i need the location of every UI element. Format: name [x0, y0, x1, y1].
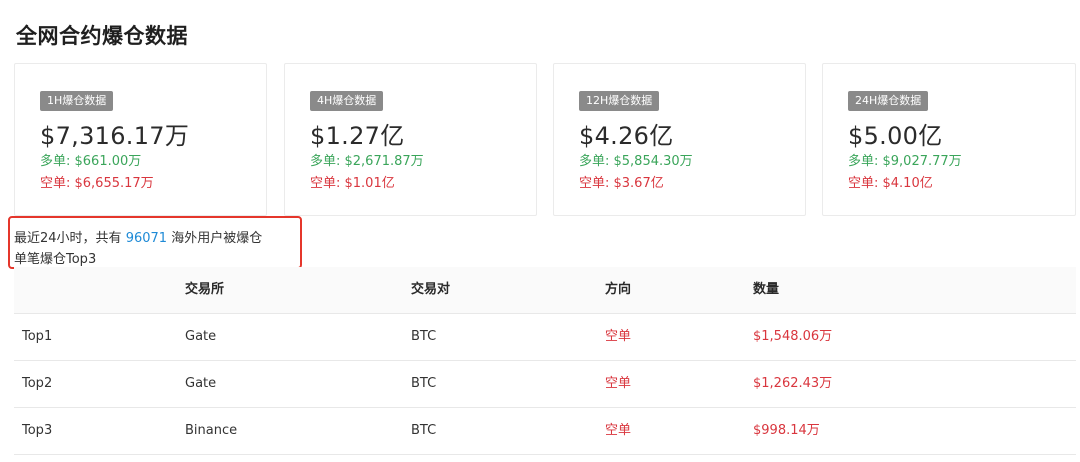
row-direction: 空单: [605, 376, 632, 391]
card-long-value: 多单: $5,854.30万: [579, 154, 693, 169]
top3-section-title: 单笔爆仓Top3: [14, 252, 97, 267]
header-direction: 方向: [605, 282, 632, 297]
card-long-value: 多单: $9,027.77万: [848, 154, 962, 169]
header-exchange: 交易所: [185, 282, 225, 297]
card-short-value: 空单: $3.67亿: [579, 176, 664, 191]
card-badge: 12H爆仓数据: [579, 91, 660, 111]
row-pair: BTC: [411, 423, 437, 438]
summary-suffix: 海外用户被爆仓: [171, 231, 263, 246]
header-amount: 数量: [753, 282, 780, 297]
row-amount: $1,262.43万: [753, 376, 833, 391]
row-exchange: Gate: [185, 329, 217, 344]
row-amount: $1,548.06万: [753, 329, 833, 344]
card-badge: 4H爆仓数据: [310, 91, 384, 111]
card-4h[interactable]: 4H爆仓数据 $1.27亿 多单: $2,671.87万 空单: $1.01亿: [284, 63, 537, 216]
card-1h[interactable]: 1H爆仓数据 $7,316.17万 多单: $661.00万 空单: $6,65…: [14, 63, 267, 216]
card-total: $5.00亿: [848, 122, 943, 150]
row-rank: Top1: [22, 329, 53, 344]
liquidation-page: 全网合约爆仓数据 1H爆仓数据 $7,316.17万 多单: $661.00万 …: [0, 0, 1080, 462]
card-badge: 24H爆仓数据: [848, 91, 929, 111]
card-total: $4.26亿: [579, 122, 674, 150]
top3-liquidation-table: 交易所 交易对 方向 数量 Top1 Gate BTC 空单 $1,548.06…: [14, 267, 1076, 455]
table-header: 交易所 交易对 方向 数量: [14, 267, 1076, 314]
row-direction: 空单: [605, 329, 632, 344]
card-badge: 1H爆仓数据: [40, 91, 114, 111]
row-rank: Top3: [22, 423, 53, 438]
row-pair: BTC: [411, 376, 437, 391]
liquidated-user-count: 96071: [125, 231, 168, 246]
row-amount: $998.14万: [753, 423, 820, 438]
page-title: 全网合约爆仓数据: [16, 24, 188, 48]
liquidated-users-summary: 最近24小时，共有 96071 海外用户被爆仓: [14, 227, 262, 246]
card-short-value: 空单: $4.10亿: [848, 176, 933, 191]
card-24h[interactable]: 24H爆仓数据 $5.00亿 多单: $9,027.77万 空单: $4.10亿: [822, 63, 1076, 216]
card-short-value: 空单: $1.01亿: [310, 176, 395, 191]
row-exchange: Binance: [185, 423, 238, 438]
row-exchange: Gate: [185, 376, 217, 391]
table-row: Top2 Gate BTC 空单 $1,262.43万: [14, 361, 1076, 408]
table-row: Top1 Gate BTC 空单 $1,548.06万: [14, 314, 1076, 361]
header-pair: 交易对: [411, 282, 451, 297]
card-long-value: 多单: $661.00万: [40, 154, 142, 169]
row-rank: Top2: [22, 376, 53, 391]
table-row: Top3 Binance BTC 空单 $998.14万: [14, 408, 1076, 455]
card-total: $7,316.17万: [40, 122, 190, 150]
row-direction: 空单: [605, 423, 632, 438]
card-12h[interactable]: 12H爆仓数据 $4.26亿 多单: $5,854.30万 空单: $3.67亿: [553, 63, 806, 216]
card-long-value: 多单: $2,671.87万: [310, 154, 424, 169]
row-pair: BTC: [411, 329, 437, 344]
summary-prefix: 最近24小时，共有: [14, 231, 122, 246]
card-total: $1.27亿: [310, 122, 405, 150]
card-short-value: 空单: $6,655.17万: [40, 176, 154, 191]
